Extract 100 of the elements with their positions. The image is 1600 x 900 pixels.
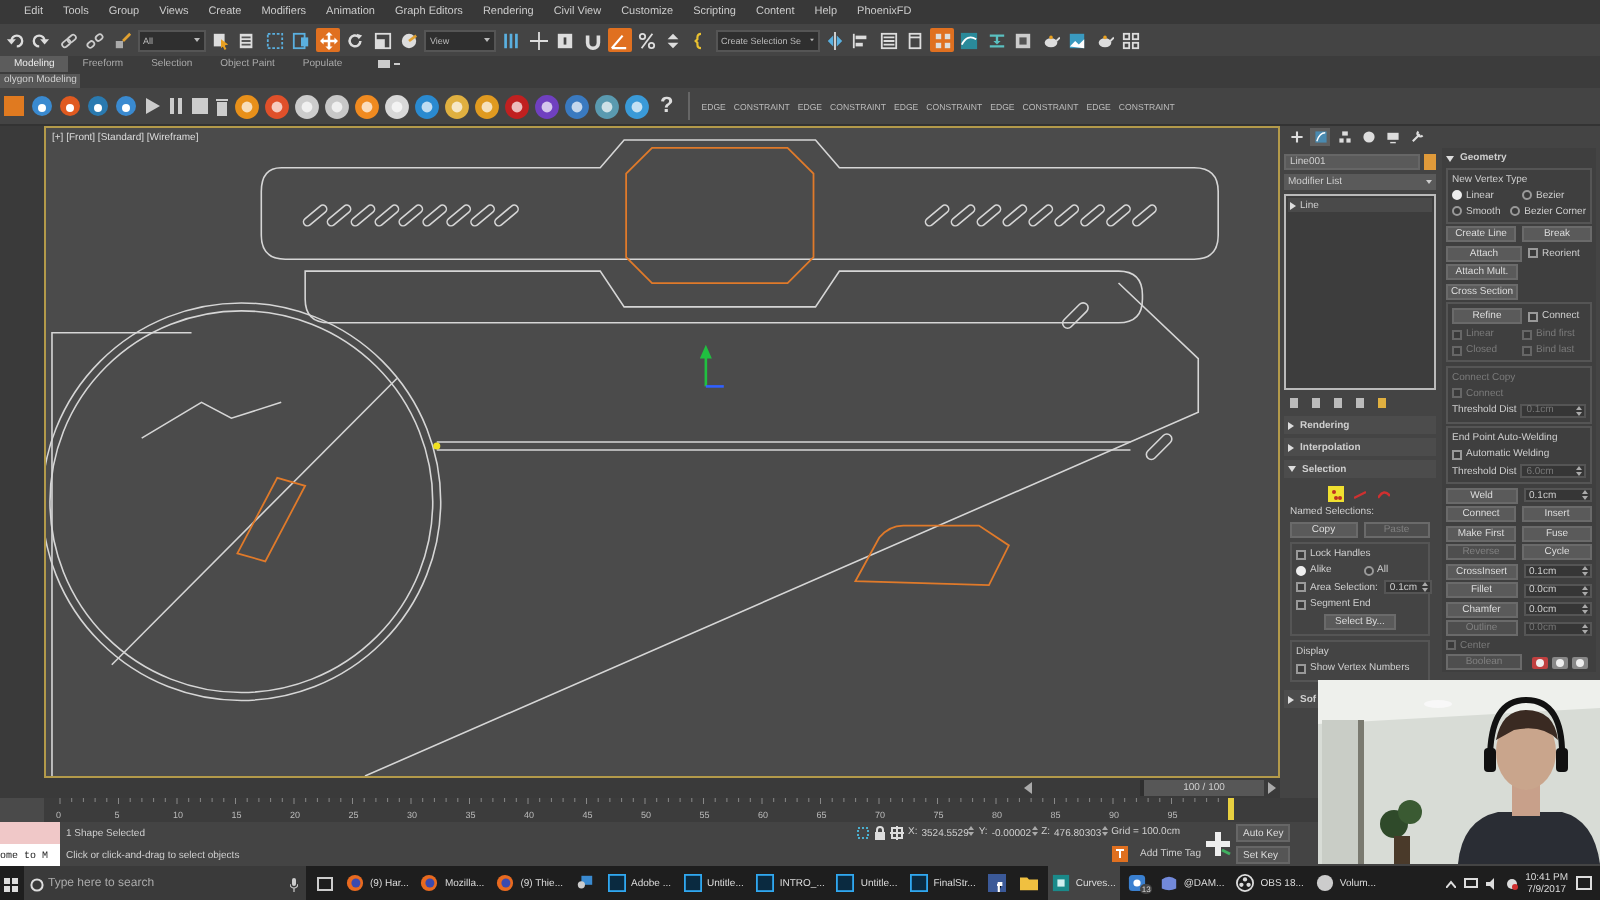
hierarchy-tab[interactable]	[1334, 128, 1354, 146]
round-tool-icon[interactable]	[414, 93, 440, 119]
crosshair-icon	[529, 31, 547, 49]
round-tool-icon[interactable]	[564, 93, 590, 119]
checkbox[interactable]	[1528, 248, 1538, 258]
time-tag-icon[interactable]	[1112, 846, 1128, 863]
play-icon[interactable]	[142, 94, 162, 118]
script-input-field[interactable]	[0, 822, 60, 844]
round-tool-icon[interactable]	[324, 93, 350, 119]
scale-button[interactable]	[370, 28, 394, 52]
pause-icon[interactable]	[166, 94, 186, 118]
chevron-up-icon[interactable]	[1445, 880, 1456, 888]
help-button[interactable]: ?	[660, 94, 674, 118]
round-tool-icon[interactable]	[534, 93, 560, 119]
stop-icon[interactable]	[190, 94, 210, 118]
rotate-button[interactable]	[343, 28, 367, 52]
isolate-icon[interactable]	[856, 825, 870, 840]
round-tool-icon[interactable]	[504, 93, 530, 119]
collapse-arrow-icon	[1446, 155, 1454, 161]
bind-button[interactable]	[110, 28, 134, 52]
magnet-icon	[583, 31, 601, 49]
radio-button[interactable]	[1510, 206, 1521, 216]
checkbox[interactable]	[1296, 549, 1306, 559]
curve-editor-button[interactable]	[957, 28, 981, 52]
camera-icon[interactable]	[376, 56, 401, 72]
round-tool-icon[interactable]	[264, 93, 290, 119]
current-frame-marker[interactable]	[1227, 798, 1233, 820]
move-button[interactable]	[316, 28, 340, 52]
collapse-arrow-icon	[1288, 466, 1296, 472]
radio-button[interactable]	[1522, 190, 1532, 200]
round-tool-icon[interactable]	[384, 93, 410, 119]
round-tool-icon[interactable]	[234, 93, 260, 119]
placement-button[interactable]	[397, 28, 421, 52]
round-tool-icon[interactable]	[594, 93, 620, 119]
vertex-level-button[interactable]	[1328, 486, 1344, 502]
round-tool-icon[interactable]	[354, 93, 380, 119]
layer-button[interactable]	[876, 28, 900, 52]
microphone-icon[interactable]	[290, 877, 298, 891]
window-crossing-button[interactable]	[289, 28, 313, 52]
unlink-button[interactable]	[83, 28, 107, 52]
checkbox[interactable]	[1296, 599, 1306, 609]
speaker-icon[interactable]	[1485, 878, 1498, 890]
round-tool-icon[interactable]	[624, 93, 650, 119]
stack-bar-icon[interactable]	[1310, 396, 1322, 410]
pivot-button[interactable]	[499, 28, 523, 52]
grid-icon	[933, 31, 951, 49]
checkbox[interactable]	[1296, 663, 1306, 673]
align-bar-button[interactable]	[984, 28, 1008, 52]
wrench-tab[interactable]	[1406, 128, 1426, 146]
previous-frame-icon[interactable]	[1024, 782, 1034, 794]
shield-icon[interactable]	[1505, 878, 1518, 890]
round-tool-icon[interactable]	[30, 94, 54, 118]
checkbox[interactable]	[1528, 311, 1538, 321]
lock-icon[interactable]	[874, 825, 886, 840]
link-button[interactable]	[56, 28, 80, 52]
network-icon[interactable]	[1463, 878, 1478, 890]
modify-tab[interactable]	[1310, 128, 1330, 146]
rendered-frame-button[interactable]	[1065, 28, 1089, 52]
pivot-icon	[502, 31, 520, 49]
panel-button[interactable]	[903, 28, 927, 52]
round-tool-icon[interactable]	[114, 94, 138, 118]
stack-copy-icon[interactable]	[1332, 396, 1344, 410]
firefox-icon	[420, 874, 439, 892]
undo-button[interactable]	[2, 28, 26, 52]
stack-config-icon[interactable]	[1376, 396, 1388, 410]
window-grid-button[interactable]	[1119, 28, 1143, 52]
round-tool-icon[interactable]	[294, 93, 320, 119]
crosshair-button[interactable]	[526, 28, 550, 52]
set-key-icon[interactable]	[1204, 830, 1233, 858]
render-setup-button[interactable]	[1011, 28, 1035, 52]
checkbox[interactable]	[1452, 449, 1462, 459]
checkbox[interactable]	[1296, 582, 1306, 592]
stack-pin-icon[interactable]	[1288, 396, 1300, 410]
teapot-icon	[1095, 31, 1113, 49]
expand-arrow-icon[interactable]	[1290, 201, 1296, 209]
expand-arrow-icon	[1288, 421, 1294, 429]
stack-square-icon[interactable]	[1354, 396, 1366, 410]
vertex-marker[interactable]	[433, 442, 441, 450]
plus-tab[interactable]	[1286, 128, 1306, 146]
round-tool-icon[interactable]	[444, 93, 470, 119]
percent-snap-button[interactable]	[634, 28, 658, 52]
radio-button[interactable]	[1363, 565, 1373, 575]
monitor-tab[interactable]	[1382, 128, 1402, 146]
trash-icon[interactable]	[214, 94, 230, 118]
boolean-icons-drawing[interactable]	[1528, 655, 1592, 669]
round-tool-icon[interactable]	[474, 93, 500, 119]
keyboard-button[interactable]	[553, 28, 577, 52]
region-button[interactable]	[262, 28, 286, 52]
mirror-button[interactable]	[822, 28, 846, 52]
transform-mode-icon[interactable]	[890, 825, 904, 840]
circle-tab[interactable]	[1358, 128, 1378, 146]
notification-icon[interactable]	[1576, 876, 1592, 892]
round-tool-icon[interactable]	[58, 94, 82, 118]
angle-snap-button[interactable]	[607, 28, 631, 52]
select-button[interactable]	[208, 28, 232, 52]
object-color-swatch[interactable]	[1424, 154, 1436, 170]
transform-gizmo-icon[interactable]	[699, 344, 724, 388]
redo-button[interactable]	[29, 28, 53, 52]
radio-button[interactable]	[1452, 206, 1462, 216]
round-tool-icon[interactable]	[86, 94, 110, 118]
